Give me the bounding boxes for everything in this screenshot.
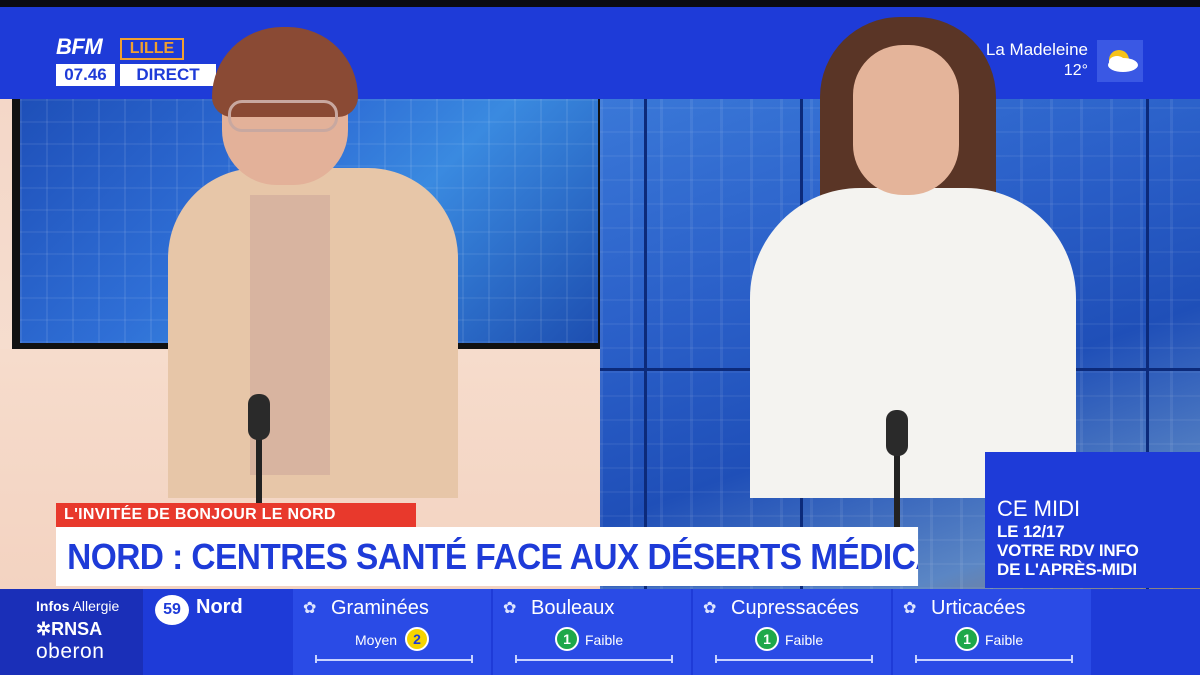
scale-tick (715, 655, 717, 663)
scale-tick (1071, 655, 1073, 663)
pollen-name: Graminées (331, 597, 429, 619)
scale-tick (315, 655, 317, 663)
pollen-level-label: Faible (985, 632, 1024, 648)
pollen-scale (715, 659, 873, 661)
department-name: Nord (196, 596, 243, 618)
guest-glasses (228, 100, 338, 132)
pollen-level-badge: 1 (955, 627, 979, 651)
pollen-icon: ✿ (903, 600, 917, 617)
microphone-stand (256, 430, 262, 510)
weather-city: La Madeleine (985, 40, 1088, 59)
scale-tick (871, 655, 873, 663)
pollen-card: ✿ Urticacées 1 Faible (893, 589, 1091, 675)
promo-line: DE L'APRÈS-MIDI (997, 560, 1137, 579)
scale-tick (671, 655, 673, 663)
department-number: 59 (155, 595, 189, 625)
live-label: DIRECT (120, 64, 216, 86)
pollen-scale (915, 659, 1073, 661)
top-border (0, 0, 1200, 7)
pollen-icon: ✿ (303, 600, 317, 617)
microphone (248, 394, 270, 440)
pollen-scale (315, 659, 473, 661)
scale-tick (515, 655, 517, 663)
pollen-name: Urticacées (931, 597, 1026, 619)
microphone (886, 410, 908, 456)
pollen-icon: ✿ (703, 600, 717, 617)
scale-tick (471, 655, 473, 663)
rnsa-logo: ✲RNSA (36, 619, 103, 639)
clock: 07.46 (56, 64, 115, 86)
pollen-level-badge: 1 (555, 627, 579, 651)
program-promo: CE MIDI LE 12/17 VOTRE RDV INFO DE L'APR… (985, 452, 1200, 588)
oberon-logo: oberon (36, 640, 105, 663)
host-face (853, 45, 959, 195)
pollen-card: ✿ Cupressacées 1 Faible (693, 589, 891, 675)
promo-line: VOTRE RDV INFO (997, 541, 1139, 560)
region-label: LILLE (120, 38, 184, 60)
pollen-name: Cupressacées (731, 597, 859, 619)
pollen-level-label: Faible (785, 632, 824, 648)
pollen-name: Bouleaux (531, 597, 615, 619)
infos-allergie-label: Infos Allergie (36, 598, 120, 614)
headline: NORD : CENTRES SANTÉ FACE AUX DÉSERTS MÉ… (56, 527, 919, 586)
segment-kicker: L'INVITÉE DE BONJOUR LE NORD (56, 503, 416, 527)
channel-logo: BFM (56, 34, 103, 59)
pollen-level-label: Faible (585, 632, 624, 648)
promo-title: CE MIDI (997, 496, 1081, 521)
pollen-scale (515, 659, 673, 661)
pollen-card: ✿ Graminées Moyen 2 (293, 589, 491, 675)
pollen-level-badge: 1 (755, 627, 779, 651)
pollen-icon: ✿ (503, 600, 517, 617)
microphone-stand (894, 450, 900, 530)
weather-temperature: 12° (1063, 62, 1088, 79)
sun-cloud-icon (1097, 40, 1143, 82)
scale-tick (915, 655, 917, 663)
promo-line: LE 12/17 (997, 522, 1065, 541)
pollen-card: ✿ Bouleaux 1 Faible (493, 589, 691, 675)
pollen-level-badge: 2 (405, 627, 429, 651)
